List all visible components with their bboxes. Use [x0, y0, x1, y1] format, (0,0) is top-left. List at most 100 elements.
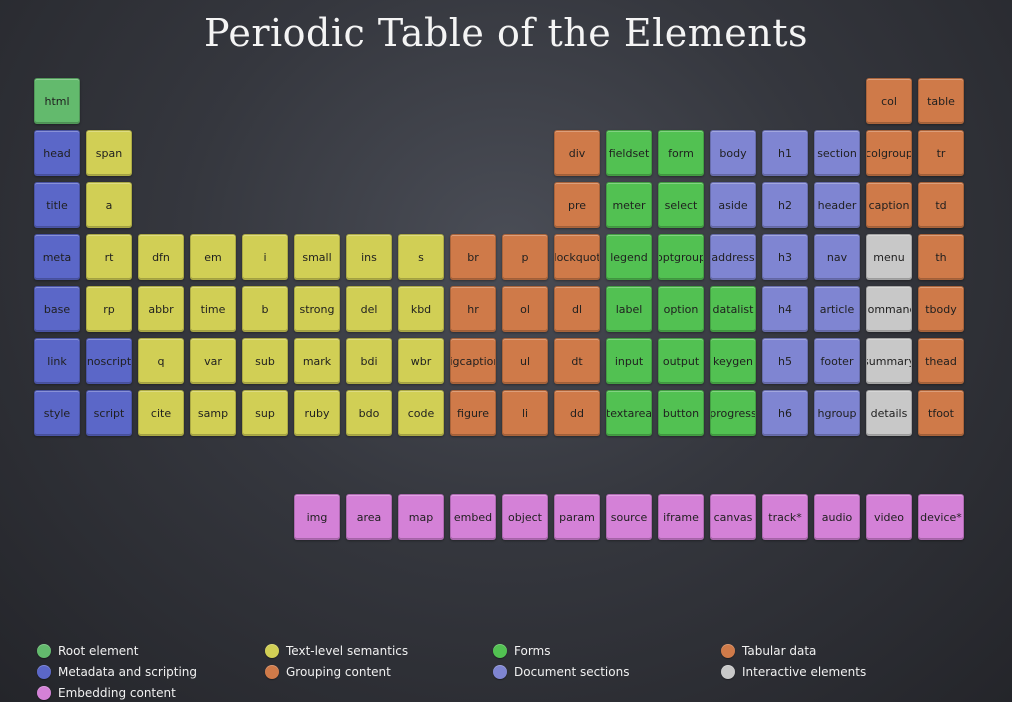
- element-tile-caption[interactable]: caption: [866, 182, 912, 228]
- element-tile-thead[interactable]: thead: [918, 338, 964, 384]
- element-tile-wbr[interactable]: wbr: [398, 338, 444, 384]
- element-tile-tfoot[interactable]: tfoot: [918, 390, 964, 436]
- element-tile-legend[interactable]: legend: [606, 234, 652, 280]
- element-tile-menu[interactable]: menu: [866, 234, 912, 280]
- element-tile-meta[interactable]: meta: [34, 234, 80, 280]
- element-tile-h6[interactable]: h6: [762, 390, 808, 436]
- element-tile-map[interactable]: map: [398, 494, 444, 540]
- element-tile-ol[interactable]: ol: [502, 286, 548, 332]
- element-tile-device[interactable]: device*: [918, 494, 964, 540]
- element-tile-article[interactable]: article: [814, 286, 860, 332]
- element-tile-q[interactable]: q: [138, 338, 184, 384]
- element-tile-summary[interactable]: summary: [866, 338, 912, 384]
- element-tile-audio[interactable]: audio: [814, 494, 860, 540]
- element-tile-img[interactable]: img: [294, 494, 340, 540]
- element-tile-dd[interactable]: dd: [554, 390, 600, 436]
- element-tile-track[interactable]: track*: [762, 494, 808, 540]
- element-tile-form[interactable]: form: [658, 130, 704, 176]
- element-tile-option[interactable]: option: [658, 286, 704, 332]
- element-tile-div[interactable]: div: [554, 130, 600, 176]
- element-tile-header[interactable]: header: [814, 182, 860, 228]
- element-tile-figure[interactable]: figure: [450, 390, 496, 436]
- element-tile-tr[interactable]: tr: [918, 130, 964, 176]
- element-tile-em[interactable]: em: [190, 234, 236, 280]
- element-tile-hgroup[interactable]: hgroup: [814, 390, 860, 436]
- element-tile-figcaption[interactable]: figcaption: [450, 338, 496, 384]
- element-tile-kbd[interactable]: kbd: [398, 286, 444, 332]
- element-tile-b[interactable]: b: [242, 286, 288, 332]
- element-tile-code[interactable]: code: [398, 390, 444, 436]
- element-tile-section[interactable]: section: [814, 130, 860, 176]
- element-tile-cite[interactable]: cite: [138, 390, 184, 436]
- element-tile-tbody[interactable]: tbody: [918, 286, 964, 332]
- element-tile-th[interactable]: th: [918, 234, 964, 280]
- element-tile-html[interactable]: html: [34, 78, 80, 124]
- element-tile-area[interactable]: area: [346, 494, 392, 540]
- element-tile-time[interactable]: time: [190, 286, 236, 332]
- element-tile-strong[interactable]: strong: [294, 286, 340, 332]
- element-tile-h5[interactable]: h5: [762, 338, 808, 384]
- element-tile-bdi[interactable]: bdi: [346, 338, 392, 384]
- element-tile-video[interactable]: video: [866, 494, 912, 540]
- element-tile-sub[interactable]: sub: [242, 338, 288, 384]
- element-tile-fieldset[interactable]: fieldset: [606, 130, 652, 176]
- element-tile-table[interactable]: table: [918, 78, 964, 124]
- element-tile-base[interactable]: base: [34, 286, 80, 332]
- element-tile-del[interactable]: del: [346, 286, 392, 332]
- element-tile-h4[interactable]: h4: [762, 286, 808, 332]
- element-tile-keygen[interactable]: keygen: [710, 338, 756, 384]
- element-tile-rp[interactable]: rp: [86, 286, 132, 332]
- element-tile-datalist[interactable]: datalist: [710, 286, 756, 332]
- element-tile-a[interactable]: a: [86, 182, 132, 228]
- element-tile-input[interactable]: input: [606, 338, 652, 384]
- element-tile-meter[interactable]: meter: [606, 182, 652, 228]
- element-tile-optgroup[interactable]: optgroup: [658, 234, 704, 280]
- element-tile-style[interactable]: style: [34, 390, 80, 436]
- element-tile-i[interactable]: i: [242, 234, 288, 280]
- element-tile-noscript[interactable]: noscript: [86, 338, 132, 384]
- element-tile-command[interactable]: command: [866, 286, 912, 332]
- element-tile-nav[interactable]: nav: [814, 234, 860, 280]
- element-tile-canvas[interactable]: canvas: [710, 494, 756, 540]
- element-tile-li[interactable]: li: [502, 390, 548, 436]
- element-tile-link[interactable]: link: [34, 338, 80, 384]
- element-tile-output[interactable]: output: [658, 338, 704, 384]
- element-tile-pre[interactable]: pre: [554, 182, 600, 228]
- element-tile-samp[interactable]: samp: [190, 390, 236, 436]
- element-tile-small[interactable]: small: [294, 234, 340, 280]
- element-tile-select[interactable]: select: [658, 182, 704, 228]
- element-tile-span[interactable]: span: [86, 130, 132, 176]
- element-tile-button[interactable]: button: [658, 390, 704, 436]
- element-tile-ruby[interactable]: ruby: [294, 390, 340, 436]
- element-tile-aside[interactable]: aside: [710, 182, 756, 228]
- element-tile-h3[interactable]: h3: [762, 234, 808, 280]
- element-tile-var[interactable]: var: [190, 338, 236, 384]
- element-tile-iframe[interactable]: iframe: [658, 494, 704, 540]
- element-tile-address[interactable]: address: [710, 234, 756, 280]
- element-tile-h1[interactable]: h1: [762, 130, 808, 176]
- element-tile-ul[interactable]: ul: [502, 338, 548, 384]
- element-tile-abbr[interactable]: abbr: [138, 286, 184, 332]
- element-tile-head[interactable]: head: [34, 130, 80, 176]
- element-tile-dl[interactable]: dl: [554, 286, 600, 332]
- element-tile-title[interactable]: title: [34, 182, 80, 228]
- element-tile-blockquote[interactable]: blockquote: [554, 234, 600, 280]
- element-tile-object[interactable]: object: [502, 494, 548, 540]
- element-tile-footer[interactable]: footer: [814, 338, 860, 384]
- element-tile-colgroup[interactable]: colgroup: [866, 130, 912, 176]
- element-tile-h2[interactable]: h2: [762, 182, 808, 228]
- element-tile-dfn[interactable]: dfn: [138, 234, 184, 280]
- element-tile-col[interactable]: col: [866, 78, 912, 124]
- element-tile-source[interactable]: source: [606, 494, 652, 540]
- element-tile-s[interactable]: s: [398, 234, 444, 280]
- element-tile-textarea[interactable]: textarea: [606, 390, 652, 436]
- element-tile-sup[interactable]: sup: [242, 390, 288, 436]
- element-tile-progress[interactable]: progress: [710, 390, 756, 436]
- element-tile-body[interactable]: body: [710, 130, 756, 176]
- element-tile-bdo[interactable]: bdo: [346, 390, 392, 436]
- element-tile-hr[interactable]: hr: [450, 286, 496, 332]
- element-tile-dt[interactable]: dt: [554, 338, 600, 384]
- element-tile-td[interactable]: td: [918, 182, 964, 228]
- element-tile-embed[interactable]: embed: [450, 494, 496, 540]
- element-tile-label[interactable]: label: [606, 286, 652, 332]
